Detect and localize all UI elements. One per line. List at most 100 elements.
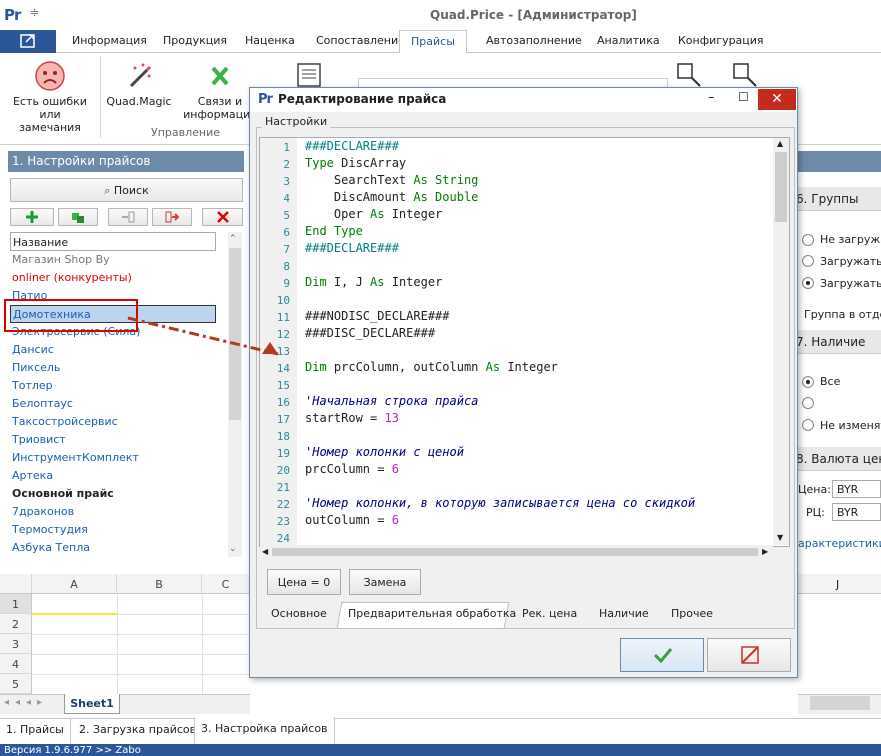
ribbon-tab[interactable]: Продукция [163,34,227,47]
quad-magic-button[interactable]: Quad.Magic [106,58,172,108]
line-number: 14 [276,362,290,375]
sheet-tab[interactable]: Sheet1 [64,694,120,714]
groups-radio[interactable] [802,234,814,246]
sheet-hscroll-thumb[interactable] [810,696,870,710]
tab-load-prices[interactable]: 2. Загрузка прайсов [73,718,204,744]
price-zero-button[interactable]: Цена = 0 [267,569,341,595]
add-button[interactable] [10,208,54,226]
scroll-right-icon[interactable]: ▶ [762,547,768,556]
code-line[interactable]: 'Номер колонки с ценой [305,445,464,459]
quick-access-menu-icon[interactable]: ≑ [30,6,39,19]
availability-radio[interactable] [802,397,814,409]
column-header[interactable]: B [117,574,202,594]
tab-prices[interactable]: 1. Прайсы [0,718,71,744]
row-header[interactable]: 1 [0,594,32,614]
row-header[interactable]: 3 [0,634,32,654]
column-header[interactable]: A [32,574,117,594]
ribbon-tab[interactable]: Аналитика [597,34,660,47]
code-line[interactable]: Oper As Integer [305,207,442,221]
availability-radio[interactable] [802,376,814,388]
code-line[interactable]: Type DiscArray [305,156,406,170]
dialog-tab-rec-price[interactable]: Рек. цена [522,607,577,620]
errors-button[interactable]: Есть ошибки или замечания [8,58,92,134]
code-line[interactable]: ###DISC_DECLARE### [305,326,435,340]
find-icon[interactable] [676,62,702,88]
list-item[interactable]: 7драконов [10,503,216,521]
scroll-down-icon[interactable]: ⌄ [229,544,237,554]
row-header[interactable]: 2 [0,614,32,634]
list-item[interactable]: Термостудия [10,521,216,539]
list-item[interactable]: onliner (конкуренты) [10,269,216,287]
column-header[interactable]: J [836,578,839,591]
active-cell[interactable] [32,594,118,615]
price-currency-field[interactable]: BYR [832,480,881,498]
cancel-button[interactable] [707,638,791,672]
code-line[interactable]: startRow = 13 [305,411,399,425]
code-line[interactable]: ###DECLARE### [305,241,399,255]
dialog-tab-main[interactable]: Основное [271,607,327,620]
corner-cell[interactable] [0,574,32,594]
code-line[interactable]: 'Номер колонки, в которую записывается ц… [305,496,695,510]
groups-radio[interactable] [802,255,814,267]
sheet-nav-arrows-icon[interactable]: ◂◂◂▸ [4,697,48,708]
ribbon-tab[interactable]: Автозаполнение [486,34,582,47]
ribbon-tab[interactable]: Прайсы [399,30,467,54]
close-icon[interactable]: ✕ [758,89,796,110]
list-item[interactable]: Белоптаус [10,395,216,413]
delete-button[interactable] [202,208,243,226]
plus-icon [26,211,38,223]
dialog-tab-other[interactable]: Прочее [671,607,713,620]
column-header[interactable]: C [202,574,250,594]
list-column-header[interactable]: Название [10,232,216,251]
list-item[interactable]: Магазин Shop By [10,251,216,269]
ribbon-tab[interactable]: Информация [72,34,147,47]
move-left-button[interactable] [108,208,148,226]
code-line[interactable]: ###DECLARE### [305,139,399,153]
code-line[interactable]: SearchText As String [305,173,479,187]
availability-radio[interactable] [802,419,814,431]
ok-button[interactable] [620,638,704,672]
search-button[interactable]: ⌕ Поиск [10,178,243,202]
minimize-icon[interactable]: – [708,90,715,105]
move-right-button[interactable] [152,208,192,226]
rc-currency-field[interactable]: BYR [832,503,881,521]
dialog-tab-preprocessing[interactable]: Предварительная обработка [348,607,516,620]
characteristics-link[interactable]: арактеристики [798,537,881,550]
find-next-icon[interactable] [732,62,758,88]
list-item[interactable]: ИнструментКомплект [10,449,216,467]
list-item[interactable]: Триовист [10,431,216,449]
code-line[interactable]: prcColumn = 6 [305,462,399,476]
list-item[interactable]: Таксостройсервис [10,413,216,431]
code-line[interactable]: 'Начальная строка прайса [305,394,478,408]
scroll-left-icon[interactable]: ◀ [262,547,268,556]
editor-hscroll-thumb[interactable] [272,548,758,556]
list-item[interactable]: Основной прайс [10,485,216,503]
replace-button[interactable]: Замена [349,569,421,595]
row-header[interactable]: 4 [0,654,32,674]
editor-vscroll-thumb[interactable] [775,152,787,222]
groups-radio[interactable] [802,277,814,289]
code-line[interactable]: Dim prcColumn, outColumn As Integer [305,360,558,374]
list-item[interactable]: Тотлер [10,377,216,395]
dialog-tab-availability[interactable]: Наличие [599,607,649,620]
list-item[interactable]: Артека [10,467,216,485]
row-header[interactable]: 5 [0,674,32,694]
scroll-down-icon[interactable]: ▼ [777,533,783,542]
code-line[interactable]: DiscAmount As Double [305,190,479,204]
code-line[interactable]: Dim I, J As Integer [305,275,442,289]
ribbon-tab[interactable]: Конфигурация [678,34,764,47]
ribbon-tab[interactable]: Наценка [245,34,295,47]
list-item[interactable]: Азбука Тепла [10,539,216,557]
copy-button[interactable] [58,208,98,226]
file-menu-button[interactable] [0,30,56,53]
document-icon[interactable] [296,62,322,88]
scroll-up-icon[interactable]: ▲ [777,139,783,148]
ribbon-tab[interactable]: Сопоставление [316,34,405,47]
code-line[interactable]: outColumn = 6 [305,513,399,527]
scroll-up-icon[interactable]: ⌃ [229,234,237,244]
code-line[interactable]: ###NODISC_DECLARE### [305,309,450,323]
tab-price-settings[interactable]: 3. Настройка прайсов [194,717,335,745]
maximize-icon[interactable]: ☐ [738,90,749,104]
links-info-button[interactable]: Связи и информация [180,58,260,121]
code-line[interactable]: End Type [305,224,363,238]
